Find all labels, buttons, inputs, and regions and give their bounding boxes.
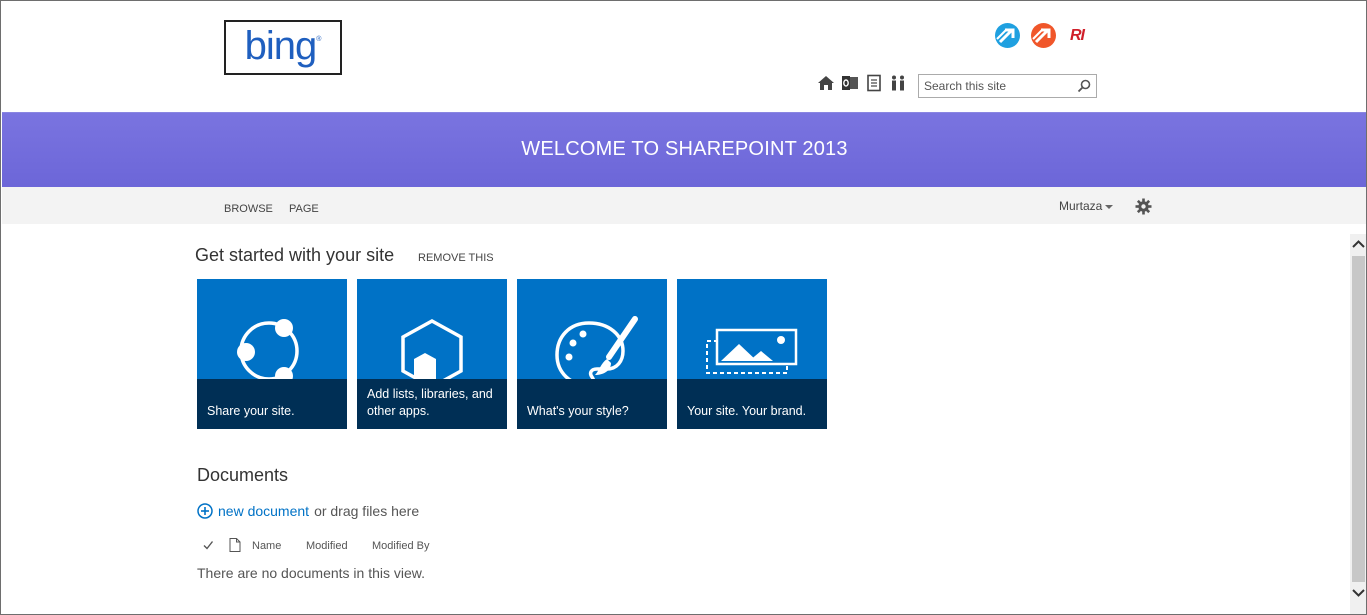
tile-your-brand[interactable]: Your site. Your brand. — [677, 279, 827, 429]
add-circle-icon[interactable] — [197, 503, 213, 519]
quick-links — [817, 74, 907, 92]
outlook-icon[interactable] — [841, 74, 859, 92]
gear-icon[interactable] — [1135, 198, 1152, 215]
tile-caption-bar: Share your site. — [197, 379, 347, 429]
remove-this-link[interactable]: REMOVE THIS — [418, 252, 494, 264]
user-menu[interactable]: Murtaza — [1059, 199, 1114, 213]
search-box — [918, 74, 1097, 98]
scroll-up-arrow-icon[interactable] — [1350, 234, 1367, 254]
drag-files-hint: or drag files here — [314, 503, 420, 519]
tile-caption-bar: Add lists, libraries, and other apps. — [357, 379, 507, 429]
search-input[interactable] — [919, 75, 1069, 97]
column-header-modified-by[interactable]: Modified By — [372, 540, 429, 552]
tile-share-site[interactable]: Share your site. — [197, 279, 347, 429]
scroll-down-arrow-icon[interactable] — [1350, 583, 1367, 603]
column-header-name[interactable]: Name — [252, 540, 281, 552]
notebook-icon[interactable] — [865, 74, 883, 92]
banner-title: WELCOME TO SHAREPOINT 2013 — [521, 138, 848, 160]
vertical-scrollbar[interactable] — [1350, 234, 1367, 614]
tile-your-style[interactable]: What's your style? — [517, 279, 667, 429]
scrollbar-thumb[interactable] — [1352, 256, 1365, 582]
logo-text: bing — [244, 23, 318, 68]
get-started-title: Get started with your site — [195, 245, 395, 265]
tile-caption-bar: What's your style? — [517, 379, 667, 429]
tile-label: Share your site. — [207, 404, 295, 418]
browser-frame: bing ® RI Search this site WELCOME TO SH… — [0, 0, 1367, 615]
brand-blue-arrow-icon — [995, 23, 1020, 48]
ribbon-bar: BROWSE PAGE Murtaza — [2, 187, 1366, 224]
search-icon[interactable] — [1077, 79, 1091, 93]
new-document-link[interactable]: new document — [218, 503, 309, 519]
tile-label: Add lists, libraries, and other apps. — [367, 387, 493, 418]
documents-title: Documents — [197, 465, 289, 485]
brand-icons: RI — [994, 22, 1085, 49]
logo-trademark: ® — [316, 36, 322, 43]
people-icon[interactable] — [889, 74, 907, 92]
user-name: Murtaza — [1059, 199, 1103, 213]
brand-ri-logo: RI — [1070, 26, 1085, 44]
tab-browse[interactable]: BROWSE — [224, 203, 273, 215]
checkmark-icon[interactable] — [202, 539, 214, 551]
tile-caption-bar: Your site. Your brand. — [677, 379, 827, 429]
home-icon[interactable] — [817, 74, 835, 92]
brand-orange-arrow-icon — [1031, 23, 1056, 48]
tab-page[interactable]: PAGE — [289, 203, 319, 215]
tile-label: Your site. Your brand. — [687, 404, 807, 418]
empty-view-message: There are no documents in this view. — [197, 565, 426, 581]
column-header-modified[interactable]: Modified — [306, 540, 348, 552]
chevron-down-icon — [1105, 205, 1114, 209]
new-document-row: new document or drag files here — [197, 503, 419, 519]
tile-label: What's your style? — [527, 404, 629, 418]
welcome-banner: WELCOME TO SHAREPOINT 2013 — [2, 112, 1366, 187]
tile-add-apps[interactable]: Add lists, libraries, and other apps. — [357, 279, 507, 429]
site-logo[interactable]: bing ® — [224, 20, 342, 75]
file-icon — [229, 538, 241, 552]
